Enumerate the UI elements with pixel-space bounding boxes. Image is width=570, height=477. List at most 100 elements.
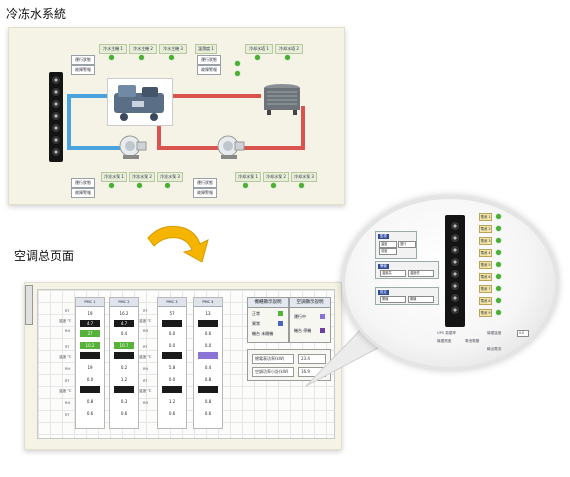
tag-chiller-3[interactable]: 冷水主機 3 (159, 44, 187, 54)
battery-cabinet[interactable] (445, 215, 465, 327)
data-cell: 0.6 (204, 331, 212, 336)
status-led (165, 183, 170, 188)
tag-chiller-2[interactable]: 冷水主機 2 (129, 44, 157, 54)
status-led (496, 310, 501, 315)
data-cell: 0.8 (204, 399, 212, 404)
tag-run-status: 運行狀態 (197, 55, 221, 65)
tag-run-status: 運行狀態 (193, 178, 217, 188)
battery-tag[interactable]: 電池 8 (479, 297, 492, 305)
rack-column-4[interactable]: PMC 4 13 0.6 0.0 0.4 0.8 0.8 0.6 (193, 297, 223, 429)
data-cell: 10.2 (80, 342, 100, 349)
data-cell (162, 386, 182, 393)
chiller-unit[interactable] (107, 78, 173, 126)
status-led (496, 238, 501, 243)
battery-tag[interactable]: 電池 4 (479, 249, 492, 257)
tag-humidity-1[interactable]: 溫濕度 1 (195, 44, 217, 54)
scrollbar-handle[interactable] (25, 285, 33, 325)
tag-chilled-pump-1[interactable]: 冷冻水泵 1 (101, 172, 127, 182)
data-cell: 0.4 (120, 331, 128, 336)
mini-field: 濕度 (379, 248, 397, 255)
chiller-icon (114, 85, 164, 121)
air-handler-unit[interactable] (49, 72, 63, 162)
fan-icon (450, 221, 460, 231)
data-cell: 19 (87, 311, 93, 316)
fan-icon (51, 99, 61, 109)
battery-tag[interactable]: 電池 6 (479, 273, 492, 281)
row-label: RT (143, 309, 148, 313)
column-header: PMC 3 (158, 298, 186, 307)
rack-column-1[interactable]: PMC 1 19 4.7 27 10.2 19 0.0 0.8 0.6 (75, 297, 105, 429)
battery-tag[interactable]: 電池 2 (479, 225, 492, 233)
mini-field: 溫度低 (408, 270, 434, 277)
data-cell: 13 (205, 311, 211, 316)
alarm-box[interactable]: 警報 溫度高 溫度低 (375, 261, 439, 279)
tag-fault-alarm: 故障警報 (71, 188, 95, 198)
tag-tower-1[interactable]: 冷却水塔 1 (245, 44, 273, 54)
tag-chilled-pump-3[interactable]: 冷冻水泵 3 (157, 172, 183, 182)
cooling-tower[interactable] (261, 80, 303, 116)
data-cell: 1.2 (120, 377, 128, 382)
status-led (255, 55, 260, 60)
battery-tag[interactable]: 電池 3 (479, 237, 492, 245)
status-led (137, 183, 142, 188)
bottom-label: UPS 負載率 (437, 331, 457, 335)
status-led (235, 71, 240, 76)
data-cell: 0.0 (86, 377, 94, 382)
fan-icon (450, 269, 460, 279)
data-cell: 0.6 (204, 411, 212, 416)
data-cell: 0.0 (168, 331, 176, 336)
data-cell: 27 (80, 330, 100, 337)
row-label: RH (143, 401, 149, 405)
status-led (299, 183, 304, 188)
box-title: 警報 (378, 264, 389, 269)
rack-column-3[interactable]: PMC 3 57 0.0 0.0 5.8 0.0 1.2 0.6 (157, 297, 187, 429)
battery-tag[interactable]: 電池 9 (479, 309, 492, 317)
legend-row-off: 機台 未開機 (252, 331, 274, 336)
row-label: 溫度 ℃ (59, 319, 72, 323)
bottom-label: 輸出電流 (487, 347, 502, 351)
cooling-water-pump[interactable] (215, 134, 245, 160)
status-led (169, 55, 174, 60)
data-cell: 57 (169, 311, 175, 316)
status-led (243, 183, 248, 188)
monitor-box[interactable]: 監視 溫度 濕度 運行 (375, 231, 417, 259)
mini-field: 溫度高 (380, 270, 406, 277)
mini-field: 溫度 (379, 241, 397, 248)
tag-cooling-pump-2[interactable]: 冷却水泵 2 (263, 172, 289, 182)
data-cell (198, 320, 218, 327)
tag-run-status: 運行狀態 (71, 178, 95, 188)
tag-fault-alarm: 故障警報 (197, 65, 221, 75)
tag-chilled-pump-2[interactable]: 冷冻水泵 2 (129, 172, 155, 182)
row-label: 溫度 ℃ (139, 389, 152, 393)
tag-chiller-1[interactable]: 冷水主機 1 (99, 44, 127, 54)
pump-icon (119, 135, 147, 159)
tag-cooling-pump-1[interactable]: 冷却水泵 1 (235, 172, 261, 182)
fan-icon (51, 147, 61, 157)
fan-icon (450, 293, 460, 303)
data-cell: 0.3 (120, 399, 128, 404)
setting-box[interactable]: 設定 開機 關機 (375, 287, 439, 305)
row-label: RT (143, 379, 148, 383)
curved-arrow-icon (147, 225, 209, 263)
tag-tower-2[interactable]: 冷却水塔 2 (275, 44, 303, 54)
supply-pipe-left (67, 94, 71, 150)
box-title: 監視 (378, 234, 389, 239)
column-header: PMC 1 (76, 298, 104, 307)
data-cell: 19 (87, 365, 93, 370)
bottom-value: 0.0 (517, 330, 529, 337)
bottom-label: 電池電壓 (465, 339, 480, 343)
row-label: RT (143, 345, 148, 349)
column-header: PMC 2 (110, 298, 138, 307)
battery-tag[interactable]: 電池 5 (479, 261, 492, 269)
row-label: RT (65, 413, 70, 417)
battery-tag[interactable]: 電池 7 (479, 285, 492, 293)
status-led (109, 183, 114, 188)
tag-cooling-pump-3[interactable]: 冷却水泵 3 (291, 172, 317, 182)
rack-column-2[interactable]: PMC 2 16.2 4.7 0.4 10.7 0.2 1.2 0.3 0.6 (109, 297, 139, 429)
fan-icon (450, 281, 460, 291)
chilled-water-pump[interactable] (117, 134, 147, 160)
status-led (496, 214, 501, 219)
battery-tag[interactable]: 電池 1 (479, 213, 492, 221)
data-cell: 1.2 (168, 399, 176, 404)
status-led (109, 55, 114, 60)
